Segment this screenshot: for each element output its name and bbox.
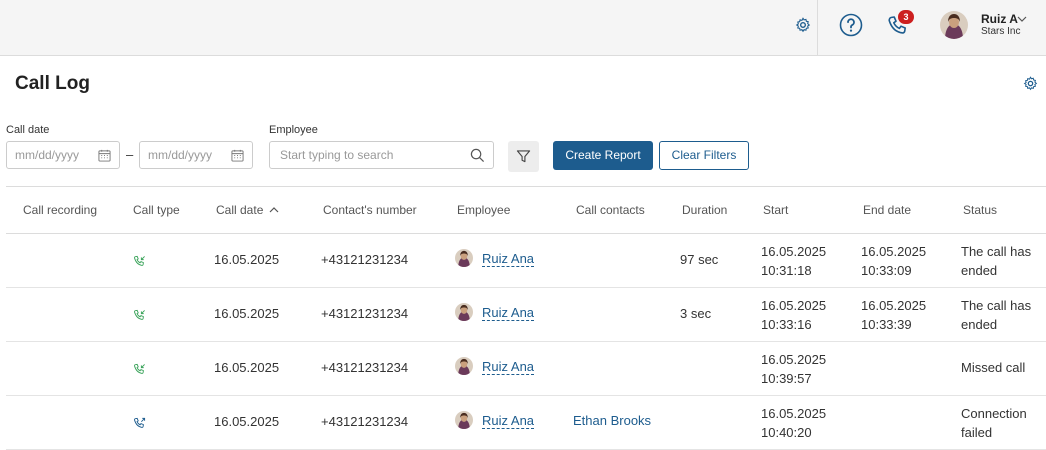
start-date: 16.05.2025 — [761, 352, 827, 367]
page-title: Call Log — [15, 73, 90, 94]
status: The call has ended — [961, 296, 1031, 334]
user-avatar[interactable] — [940, 11, 968, 39]
employee-link[interactable]: Ruiz Ana — [482, 359, 535, 375]
table-header: Call recording Call type Call date Conta… — [6, 186, 1046, 234]
table-row[interactable]: 16.05.2025 +43121231234 Ruiz Ana 16.05.2… — [6, 342, 1046, 396]
start-datetime: 16.05.2025 10:40:20 — [761, 404, 826, 442]
incoming-call-icon — [134, 255, 145, 266]
end-date: 16.05.2025 — [861, 298, 927, 313]
start-date: 16.05.2025 — [761, 244, 827, 259]
end-datetime: 16.05.2025 10:33:09 — [861, 242, 926, 280]
end-datetime: 16.05.2025 10:33:39 — [861, 296, 926, 334]
start-time: 10:40:20 — [761, 425, 812, 440]
duration: 97 sec — [680, 252, 719, 267]
status-line-2: ended — [961, 263, 998, 278]
page-settings-icon[interactable] — [1023, 76, 1038, 91]
call-date: 16.05.2025 — [214, 252, 280, 267]
contact-number: +43121231234 — [321, 360, 409, 375]
table-row[interactable]: 16.05.2025 +43121231234 Ruiz Ana Ethan B… — [6, 396, 1046, 450]
call-date: 16.05.2025 — [214, 414, 280, 429]
settings-icon[interactable] — [795, 17, 811, 33]
status-line-1: The call has — [961, 244, 1032, 259]
end-date: 16.05.2025 — [861, 244, 927, 259]
col-contact-number[interactable]: Contact's number — [323, 203, 417, 217]
clear-filters-button[interactable]: Clear Filters — [659, 141, 749, 170]
start-date: 16.05.2025 — [761, 406, 827, 421]
start-datetime: 16.05.2025 10:33:16 — [761, 296, 826, 334]
sort-ascending-icon[interactable] — [269, 206, 279, 214]
employee-search-placeholder: Start typing to search — [280, 148, 394, 162]
employee-link[interactable]: Ruiz Ana — [482, 251, 535, 267]
incoming-call-icon — [134, 363, 145, 374]
table-row[interactable]: 16.05.2025 +43121231234 Ruiz Ana 3 sec 1… — [6, 288, 1046, 342]
topbar-divider — [817, 0, 818, 56]
call-date: 16.05.2025 — [214, 306, 280, 321]
contact-number: +43121231234 — [321, 252, 409, 267]
start-date: 16.05.2025 — [761, 298, 827, 313]
start-datetime: 16.05.2025 10:39:57 — [761, 350, 826, 388]
table-row[interactable]: 16.05.2025 +43121231234 Ruiz Ana 97 sec … — [6, 234, 1046, 288]
employee-label: Employee — [269, 124, 318, 136]
col-end-date[interactable]: End date — [863, 203, 911, 217]
employee-link[interactable]: Ruiz Ana — [482, 305, 535, 321]
employee-avatar — [455, 357, 473, 375]
status-line-1: The call has — [961, 298, 1032, 313]
date-from-placeholder: mm/dd/yyyy — [15, 148, 80, 162]
create-report-button[interactable]: Create Report — [553, 141, 653, 170]
call-log-table: Call recording Call type Call date Conta… — [6, 186, 1046, 450]
status-line-2: failed — [961, 425, 993, 440]
status-line-2: ended — [961, 317, 998, 332]
employee-link[interactable]: Ruiz Ana — [482, 413, 535, 429]
status: Missed call — [961, 360, 1026, 375]
calendar-icon[interactable] — [98, 149, 111, 162]
col-call-date-label: Call date — [216, 203, 264, 217]
call-date: 16.05.2025 — [214, 360, 280, 375]
start-time: 10:33:16 — [761, 317, 812, 332]
col-call-date[interactable]: Call date — [216, 203, 279, 217]
col-start[interactable]: Start — [763, 203, 788, 217]
employee-avatar — [455, 411, 473, 429]
chevron-down-icon[interactable] — [1017, 15, 1027, 23]
start-datetime: 16.05.2025 10:31:18 — [761, 242, 826, 280]
date-from-input[interactable]: mm/dd/yyyy — [6, 141, 120, 169]
status: Connection failed — [961, 404, 1027, 442]
col-call-type[interactable]: Call type — [133, 203, 180, 217]
calls-count-badge: 3 — [898, 10, 914, 24]
status-line-1: Connection — [961, 406, 1027, 421]
employee-search-input[interactable]: Start typing to search — [269, 141, 494, 169]
search-icon[interactable] — [470, 148, 485, 163]
status: The call has ended — [961, 242, 1031, 280]
end-time: 10:33:39 — [861, 317, 912, 332]
outgoing-call-icon — [134, 417, 146, 428]
contact-number: +43121231234 — [321, 414, 409, 429]
user-company: Stars Inc — [981, 26, 1021, 37]
start-time: 10:39:57 — [761, 371, 812, 386]
help-icon[interactable] — [839, 13, 863, 37]
start-time: 10:31:18 — [761, 263, 812, 278]
contact-number: +43121231234 — [321, 306, 409, 321]
filter-button[interactable] — [508, 141, 539, 172]
col-call-contacts[interactable]: Call contacts — [576, 203, 645, 217]
col-status[interactable]: Status — [963, 203, 997, 217]
col-duration[interactable]: Duration — [682, 203, 727, 217]
duration: 3 sec — [680, 306, 712, 321]
calendar-icon[interactable] — [231, 149, 244, 162]
call-contact-link[interactable]: Ethan Brooks — [573, 413, 651, 428]
call-date-label: Call date — [6, 124, 50, 136]
incoming-call-icon — [134, 309, 145, 320]
col-call-recording[interactable]: Call recording — [23, 203, 97, 217]
date-range-separator: – — [126, 147, 134, 162]
date-to-input[interactable]: mm/dd/yyyy — [139, 141, 253, 169]
employee-avatar — [455, 249, 473, 267]
user-name[interactable]: Ruiz A — [981, 12, 1018, 26]
date-to-placeholder: mm/dd/yyyy — [148, 148, 213, 162]
end-time: 10:33:09 — [861, 263, 912, 278]
filter-icon — [516, 150, 531, 163]
employee-avatar — [455, 303, 473, 321]
col-employee[interactable]: Employee — [457, 203, 510, 217]
top-bar: 3 Ruiz A Stars Inc — [0, 0, 1046, 56]
